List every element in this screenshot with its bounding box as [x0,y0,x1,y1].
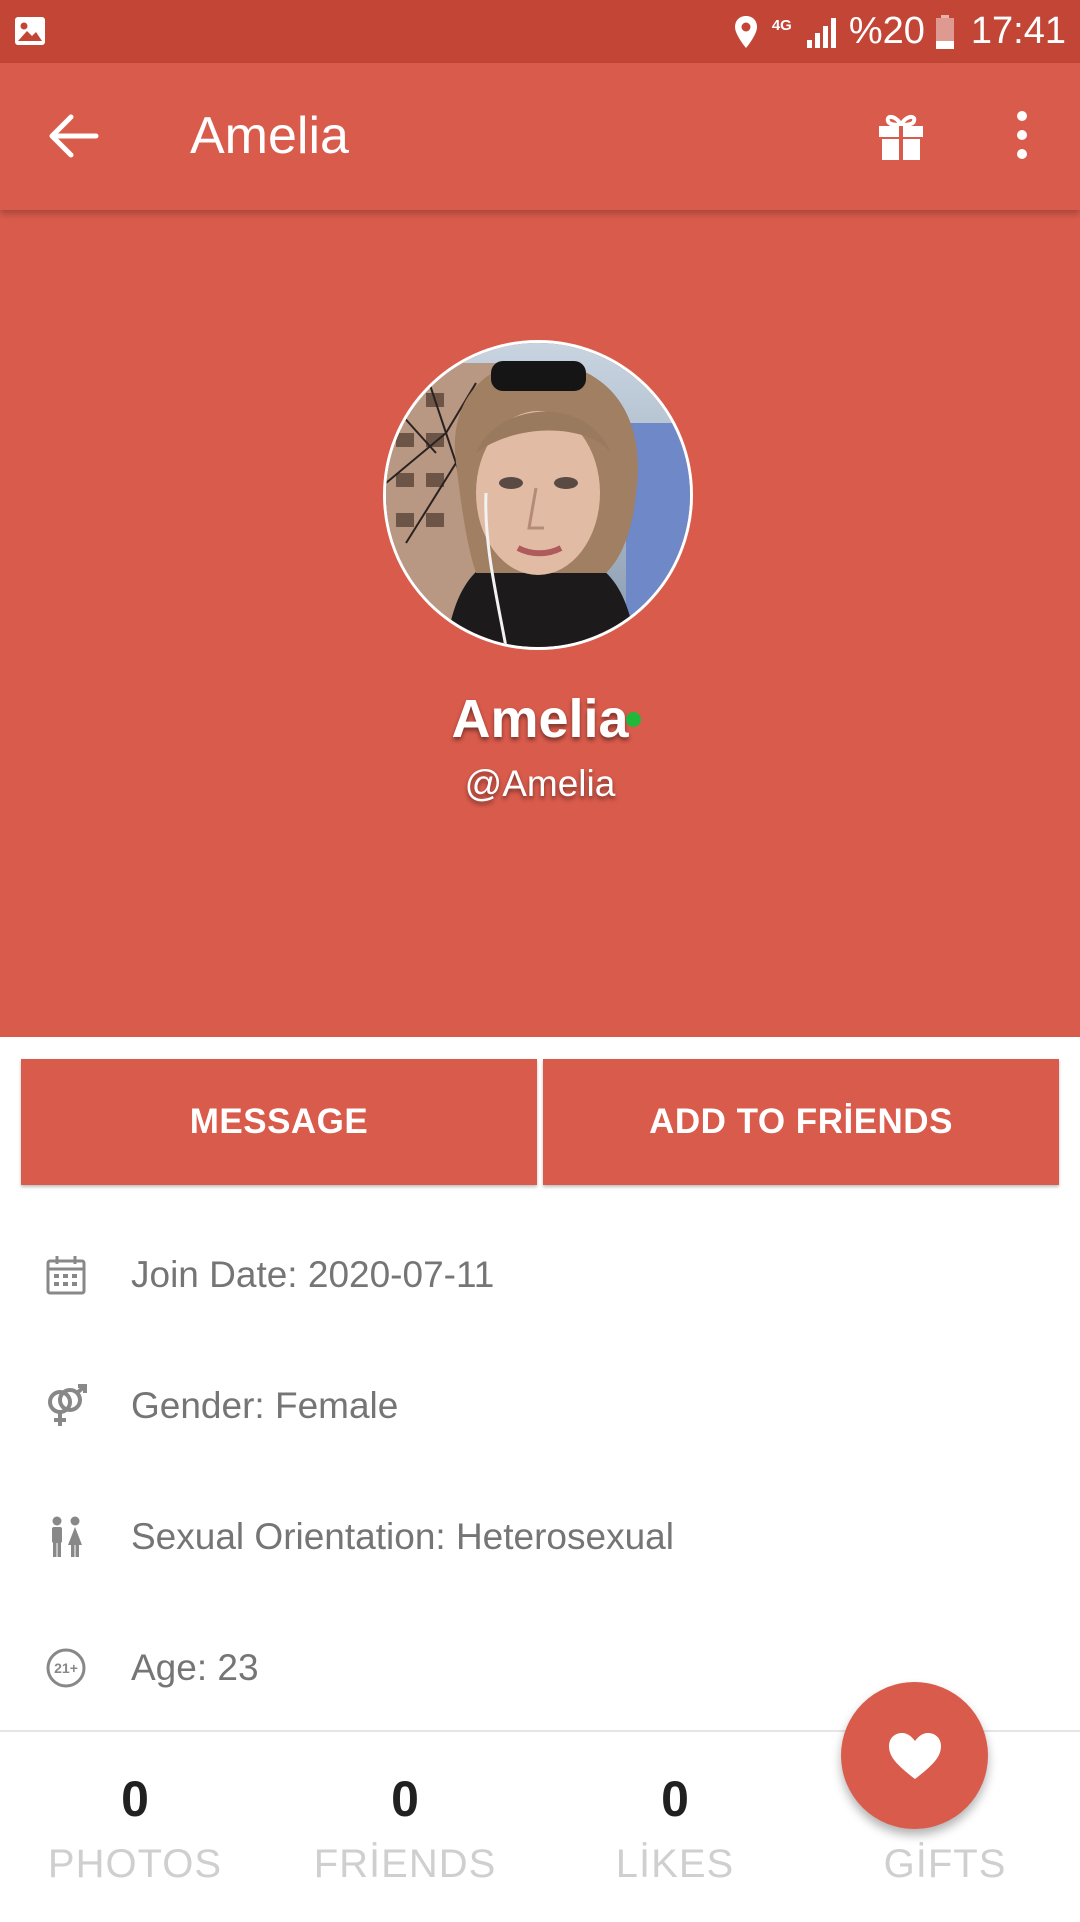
friends-label: FRİENDS [313,1842,497,1886]
clock: 17:41 [970,10,1066,52]
location-icon [734,15,757,48]
svg-text:21+: 21+ [54,1660,78,1676]
profile-header: Amelia @Amelia [0,210,1080,1037]
avatar[interactable] [383,340,693,650]
calendar-icon [46,1256,86,1295]
avatar-photo [386,343,690,647]
friends-count: 0 [391,1771,419,1827]
likes-count: 0 [661,1771,689,1827]
stat-likes[interactable]: 0 LİKES [540,1732,810,1922]
info-row-join-date: Join Date: 2020-07-11 [0,1209,1080,1340]
back-arrow-icon[interactable] [46,113,100,159]
gender-text: Gender: Female [131,1385,399,1426]
couple-icon [52,1516,82,1557]
toolbar-title: Amelia [190,107,349,165]
photos-count: 0 [121,1771,149,1827]
app-toolbar: Amelia [0,63,1080,210]
add-to-friends-button[interactable]: ADD TO FRİENDS [543,1059,1059,1185]
online-status-indicator [626,712,641,727]
like-fab-button[interactable] [841,1682,988,1829]
signal-icon [806,17,836,48]
stat-friends[interactable]: 0 FRİENDS [270,1732,540,1922]
gifts-label: GİFTS [883,1842,1007,1886]
heart-icon [888,1732,941,1779]
gender-icon [48,1384,87,1426]
orientation-text: Sexual Orientation: Heterosexual [131,1516,674,1557]
photos-label: PHOTOS [47,1842,223,1886]
likes-label: LİKES [615,1842,735,1886]
profile-username: @Amelia [464,763,616,804]
gift-icon[interactable] [876,111,926,161]
battery-percent: %20 [848,10,925,52]
more-vert-icon[interactable] [1006,109,1038,161]
stat-photos[interactable]: 0 PHOTOS [0,1732,270,1922]
message-button[interactable]: MESSAGE [21,1059,537,1185]
info-row-orientation: Sexual Orientation: Heterosexual [0,1471,1080,1602]
age-text: Age: 23 [131,1647,259,1688]
profile-name: Amelia [451,689,629,749]
age-21-plus-icon: 21+ [46,1648,86,1688]
battery-icon [935,14,954,49]
join-date-text: Join Date: 2020-07-11 [131,1254,495,1295]
image-notification-icon [15,17,45,45]
network-type-label: 4G [771,17,792,34]
status-bar: 4G %20 17:41 [0,0,1080,63]
info-row-gender: Gender: Female [0,1340,1080,1471]
